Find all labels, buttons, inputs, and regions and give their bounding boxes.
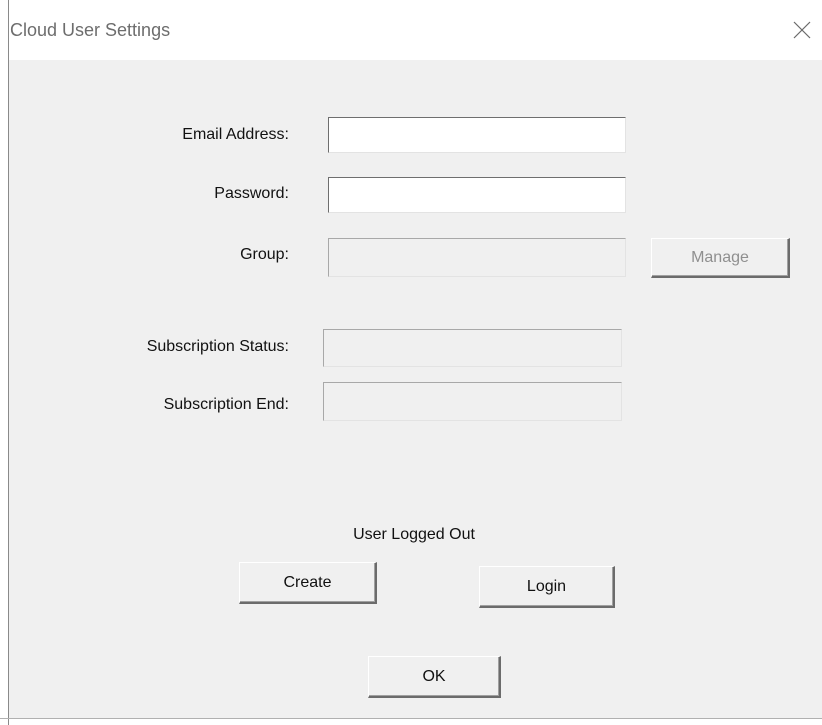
create-button[interactable]: Create xyxy=(239,562,377,604)
manage-button[interactable]: Manage xyxy=(651,238,790,278)
cloud-user-settings-dialog: Cloud User Settings Email Address: Passw… xyxy=(0,0,822,725)
subscription-end-field[interactable] xyxy=(323,382,622,421)
window-title: Cloud User Settings xyxy=(10,20,171,40)
login-status-text: User Logged Out xyxy=(353,526,475,543)
window-border-left xyxy=(8,0,9,725)
login-button[interactable]: Login xyxy=(479,566,615,608)
email-field[interactable] xyxy=(328,117,626,153)
group-label: Group: xyxy=(240,246,289,263)
group-field[interactable] xyxy=(328,238,626,277)
subscription-status-field[interactable] xyxy=(323,329,622,367)
email-label: Email Address: xyxy=(182,126,289,143)
close-icon xyxy=(793,21,811,39)
subscription-end-label: Subscription End: xyxy=(163,396,289,413)
ok-button[interactable]: OK xyxy=(368,656,501,698)
password-field[interactable] xyxy=(328,177,626,213)
password-label: Password: xyxy=(214,185,289,202)
dialog-body: Email Address: Password: Group: Manage S… xyxy=(9,60,822,718)
title-bar: Cloud User Settings xyxy=(0,0,822,60)
subscription-status-label: Subscription Status: xyxy=(146,338,289,355)
window-border-bottom xyxy=(0,718,822,719)
close-button[interactable] xyxy=(782,10,822,50)
